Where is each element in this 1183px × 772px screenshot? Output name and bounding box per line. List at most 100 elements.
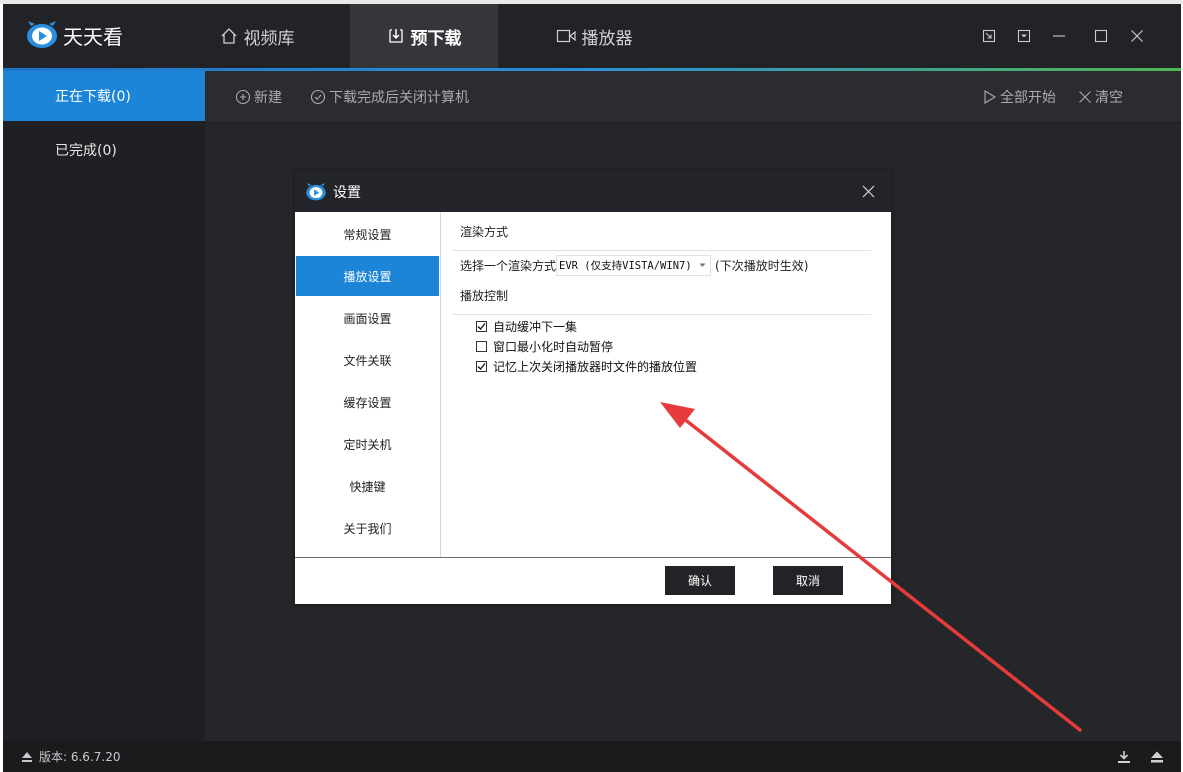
section-divider (452, 250, 871, 251)
download-arrow-icon (1118, 751, 1130, 763)
dialog-title-wrap: 设置 (305, 171, 361, 212)
dialog-close-button[interactable] (857, 180, 879, 202)
version-text: 版本: 6.6.7.20 (39, 750, 121, 764)
sidebar: 正在下载(0) 已完成(0) (3, 71, 205, 741)
app-name: 天天看 (63, 24, 123, 49)
plus-circle-icon (235, 89, 251, 105)
shutdown-label: 下载完成后关闭计算机 (329, 90, 469, 106)
tab-label: 播放器 (581, 28, 633, 49)
version-info: 版本: 6.6.7.20 (21, 741, 120, 772)
minimize-icon (1053, 35, 1065, 37)
logo-icon (306, 182, 326, 200)
option-label: 记忆上次关闭播放器时文件的播放位置 (493, 359, 698, 374)
cancel-button[interactable]: 取消 (773, 566, 843, 595)
settings-nav-about[interactable]: 关于我们 (296, 508, 439, 548)
start-all-label: 全部开始 (1000, 90, 1056, 106)
settings-nav: 常规设置 播放设置 画面设置 文件关联 缓存设置 定时关机 快捷键 关于我们 (295, 212, 441, 557)
settings-nav-label: 关于我们 (343, 521, 392, 536)
chevron-down-icon (699, 263, 706, 267)
clear-button[interactable]: 清空 (1078, 71, 1123, 123)
dropdown-menu-icon (1017, 29, 1031, 43)
option-remember-position[interactable]: 记忆上次关闭播放器时文件的播放位置 (476, 357, 697, 375)
settings-dialog: 设置 常规设置 播放设置 画面设置 文件关联 缓存设置 定时关机 快捷键 关于我… (295, 171, 891, 604)
app-logo: 天天看 (25, 20, 123, 50)
upgrade-icon (21, 751, 33, 763)
tab-pre-download[interactable]: 预下载 (350, 4, 498, 68)
check-circle-icon (310, 89, 326, 105)
sidebar-item-completed[interactable]: 已完成(0) (3, 125, 205, 175)
tab-video-library[interactable]: 视频库 (199, 4, 315, 68)
settings-nav-label: 文件关联 (343, 353, 392, 368)
eject-icon (1151, 751, 1163, 763)
checkbox[interactable] (476, 360, 487, 372)
tab-player[interactable]: 播放器 (539, 4, 649, 68)
clear-label: 清空 (1095, 90, 1123, 106)
settings-nav-label: 快捷键 (349, 479, 386, 494)
download-status-button[interactable] (1114, 747, 1134, 767)
checkbox[interactable] (476, 340, 487, 352)
settings-nav-file-association[interactable]: 文件关联 (296, 340, 439, 380)
settings-content: 渲染方式 选择一个渲染方式 EVR (仅支持VISTA/WIN7) (下次播放时… (441, 212, 891, 557)
settings-nav-playback[interactable]: 播放设置 (296, 256, 439, 296)
settings-nav-label: 播放设置 (343, 269, 392, 284)
new-download-label: 新建 (254, 90, 282, 106)
checkbox[interactable] (476, 320, 487, 332)
eject-button[interactable] (1147, 747, 1167, 767)
settings-nav-label: 常规设置 (343, 227, 392, 242)
play-icon (983, 89, 997, 105)
settings-nav-picture[interactable]: 画面设置 (296, 298, 439, 338)
option-label: 自动缓冲下一集 (493, 319, 578, 334)
sidebar-item-label: 正在下载(0) (55, 89, 131, 105)
close-button[interactable] (1127, 26, 1147, 46)
option-auto-buffer-next[interactable]: 自动缓冲下一集 (476, 317, 577, 335)
playback-section-title: 播放控制 (460, 289, 509, 303)
render-mode-label: 选择一个渲染方式 (460, 258, 557, 273)
dialog-footer: 确认 取消 (295, 557, 891, 604)
settings-nav-general[interactable]: 常规设置 (296, 214, 439, 254)
maximize-icon (1094, 29, 1108, 43)
render-mode-select[interactable]: EVR (仅支持VISTA/WIN7) (556, 254, 712, 276)
maximize-button[interactable] (1091, 26, 1111, 46)
minimize-button[interactable] (1049, 26, 1069, 46)
close-icon (862, 185, 874, 197)
tab-label: 视频库 (243, 28, 295, 49)
settings-nav-shortcuts[interactable]: 快捷键 (296, 466, 439, 506)
settings-nav-scheduled-shutdown[interactable]: 定时关机 (296, 424, 439, 464)
render-mode-note: (下次播放时生效) (715, 258, 809, 273)
settings-nav-label: 缓存设置 (343, 395, 392, 410)
render-mode-value: EVR (仅支持VISTA/WIN7) (559, 259, 692, 272)
close-icon (1078, 90, 1092, 104)
dialog-header: 设置 (295, 171, 891, 212)
settings-nav-label: 画面设置 (343, 311, 392, 326)
home-icon (220, 27, 238, 45)
render-section-title: 渲染方式 (460, 225, 509, 239)
start-all-button[interactable]: 全部开始 (983, 71, 1056, 123)
settings-nav-cache[interactable]: 缓存设置 (296, 382, 439, 422)
new-download-button[interactable]: 新建 (235, 71, 282, 123)
menu-button[interactable] (1014, 26, 1034, 46)
download-icon (387, 27, 405, 45)
logo-icon (27, 21, 57, 48)
settings-nav-label: 定时关机 (343, 437, 392, 452)
checkmark-icon (477, 362, 486, 370)
download-toolbar: 新建 下载完成后关闭计算机 全部开始 清空 (205, 71, 1181, 123)
dialog-title: 设置 (333, 184, 361, 201)
checkmark-icon (477, 322, 486, 330)
render-mode-row: 选择一个渲染方式 EVR (仅支持VISTA/WIN7) (下次播放时生效) (460, 254, 808, 276)
confirm-button[interactable]: 确认 (665, 566, 735, 595)
section-divider (452, 314, 871, 315)
close-icon (1131, 30, 1143, 42)
titlebar: 天天看 视频库 预下载 播放器 (3, 4, 1181, 68)
mini-mode-button[interactable] (979, 26, 999, 46)
sidebar-item-label: 已完成(0) (55, 143, 117, 159)
confirm-label: 确认 (687, 574, 712, 588)
option-pause-on-minimize[interactable]: 窗口最小化时自动暂停 (476, 337, 613, 355)
mini-mode-icon (982, 29, 996, 43)
sidebar-item-downloading[interactable]: 正在下载(0) (3, 71, 205, 121)
option-label: 窗口最小化时自动暂停 (493, 339, 614, 354)
status-bar: 版本: 6.6.7.20 (3, 741, 1181, 772)
tab-label: 预下载 (410, 28, 462, 49)
shutdown-after-download-toggle[interactable]: 下载完成后关闭计算机 (310, 71, 469, 123)
cancel-label: 取消 (795, 574, 820, 588)
player-icon (556, 28, 576, 44)
